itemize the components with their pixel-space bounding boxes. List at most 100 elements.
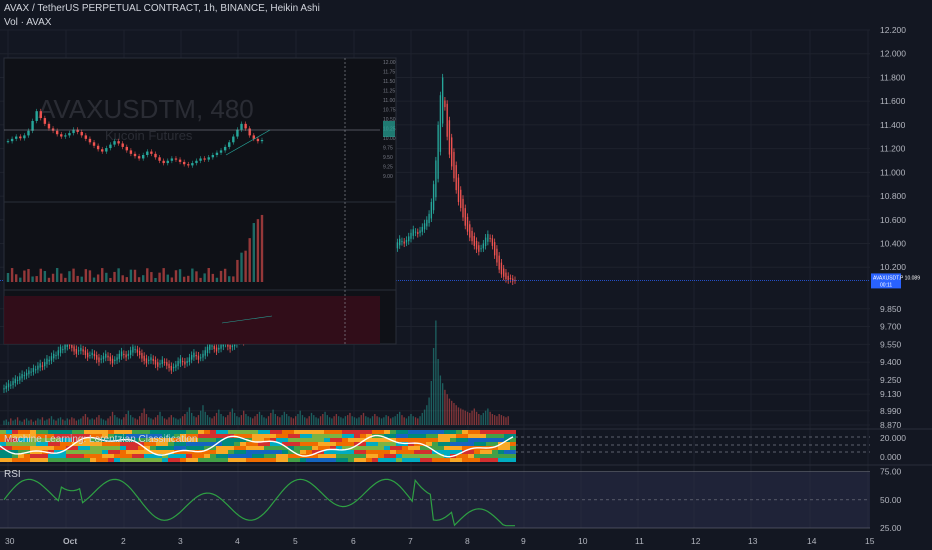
ml-heat-cell [72,446,78,450]
volume-bar [154,417,157,425]
volume-bar [161,416,163,425]
volume-bar [236,416,238,425]
ml-heat-cell [234,450,240,454]
inset-candle-body [187,164,190,166]
chart-canvas[interactable]: AVAXUSDTM, 480Kucoin Futures12.0011.7511… [0,0,932,550]
volume-bar [184,414,186,425]
ml-heat-cell [372,450,378,454]
candle-body [509,278,512,280]
ml-heat-cell [126,454,132,458]
volume-bar [141,412,143,425]
candle-body [405,239,408,243]
ml-heat-cell [42,446,48,450]
time-tick: 10 [578,536,588,546]
inset-volume-bar [27,269,30,282]
ml-heat-cell [300,458,306,462]
volume-bar [396,414,399,425]
ml-heat-cell [264,446,270,450]
volume-bar [358,417,360,425]
inset-candle-body [191,163,194,166]
ml-heat-cell [246,458,252,462]
candle-body [408,236,410,242]
ml-heat-cell [348,438,354,442]
volume-bar [73,418,75,425]
inset-volume-bar [199,277,202,282]
ml-heat-cell [126,458,132,462]
volume-bar [57,418,59,425]
ml-heat-cell [342,458,348,462]
ml-heat-cell [138,458,144,462]
candle-body [451,137,453,167]
volume-bar [285,414,288,425]
volume-bar [75,420,78,425]
volume-bar [457,407,460,425]
inset-candle-body [14,136,18,139]
price-tick: 10.200 [880,262,906,272]
ml-heat-cell [426,442,432,446]
time-tick: 12 [691,536,701,546]
volume-bar [84,414,87,425]
candle-body [498,255,500,270]
inset-candle-body [199,158,202,161]
ml-heat-cell [378,430,384,434]
inset-candle-body [195,160,198,164]
ml-heat-cell [312,438,318,442]
inset-volume-bar [39,268,42,282]
candle-body [7,383,10,388]
candle-body [152,358,154,361]
ml-heat-cell [216,454,222,458]
ml-heat-cell [510,458,516,462]
ml-heat-cell [30,458,36,462]
ml-heat-cell [372,438,378,442]
time-tick: 6 [351,536,356,546]
inset-candle-body [203,158,206,160]
volume-bar [32,421,35,425]
inset-price-tick: 11.50 [383,79,395,85]
price-tick: 11.200 [880,144,906,154]
ml-heat-cell [222,446,228,450]
ml-heat-cell [288,442,294,446]
candle-body [59,346,62,353]
candle-body [111,358,114,364]
ml-heat-cell [246,450,252,454]
volume-bar [48,418,50,425]
ml-heat-cell [252,430,258,434]
ml-heat-cell [138,450,144,454]
ml-heat-cell [78,454,84,458]
volume-bar [308,416,310,425]
ml-heat-cell [342,442,348,446]
ml-heat-cell [294,446,300,450]
volume-bar [193,416,195,425]
ml-heat-cell [432,438,438,442]
inset-volume-bar [248,238,251,282]
volume-bar [342,418,344,425]
ml-heat-cell [330,438,336,442]
inset-volume-bar [72,268,75,282]
ml-heat-cell [102,446,108,450]
inset-volume-bar [207,268,210,282]
volume-bar [347,415,349,425]
volume-bar [152,419,154,425]
candle-body [417,232,419,235]
candle-body [118,353,120,359]
inset-price-tick: 9.25 [383,165,393,171]
price-tick: 10.400 [880,239,906,249]
ml-heat-cell [108,454,114,458]
ml-heat-cell [342,454,348,458]
volume-bar [374,414,376,425]
candle-body [202,353,204,358]
ml-heat-cell [36,454,42,458]
ml-heat-cell [252,454,258,458]
inset-volume-bar [23,270,26,282]
volume-bar [441,383,444,425]
ml-heat-cell [438,458,444,462]
ml-heat-cell [222,454,228,458]
ml-heat-cell [408,446,414,450]
volume-bar [98,415,100,425]
volume-bar [389,418,392,425]
volume-bar [473,408,475,425]
ml-heat-cell [504,446,510,450]
volume-bar [145,414,148,425]
ml-heat-cell [420,430,426,434]
candle-body [396,242,399,249]
